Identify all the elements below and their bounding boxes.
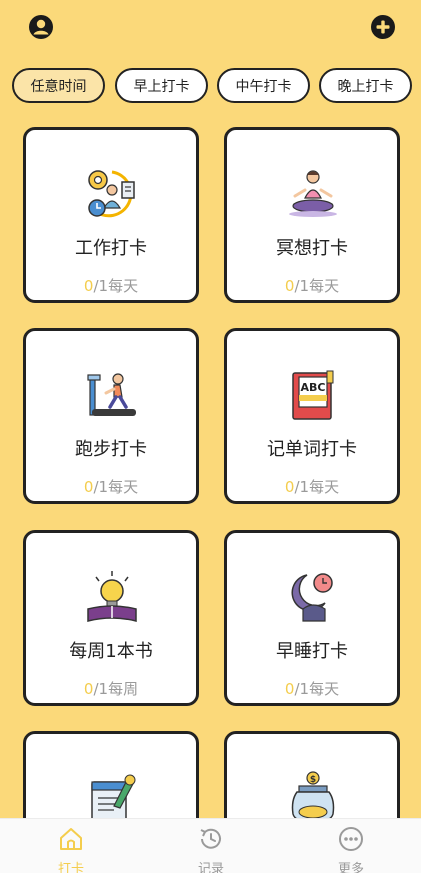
habit-card-work[interactable]: 工作打卡 0/1每天 (23, 127, 199, 303)
moon-clock-icon (291, 573, 333, 622)
habit-card-title: 跑步打卡 (75, 439, 147, 460)
home-icon (60, 828, 82, 850)
more-dots-icon (339, 827, 363, 851)
habit-card-title: 冥想打卡 (276, 238, 348, 259)
habit-card-running[interactable]: 跑步打卡 0/1每天 (23, 328, 199, 504)
habit-card-progress: 0/1每天 (284, 277, 340, 295)
svg-text:ABC: ABC (301, 381, 326, 394)
lightbulb-book-icon (87, 571, 137, 622)
habit-card-title: 早睡打卡 (276, 641, 348, 662)
habit-grid: 工作打卡 0/1每天 冥想打卡 0/1每天 跑步打卡 0/1每天 ABC 记单词… (0, 0, 421, 873)
habit-card-progress: 0/1每天 (83, 277, 139, 295)
habit-card-progress: 0/1每周 (83, 680, 139, 698)
habit-card-weekly-book[interactable]: 每周1本书 0/1每周 (23, 530, 199, 706)
tab-more[interactable]: 更多 (311, 825, 391, 873)
tab-records[interactable]: 记录 (171, 825, 251, 873)
habit-card-title: 工作打卡 (75, 238, 147, 259)
tab-label: 记录 (197, 862, 224, 873)
habit-card-vocabulary[interactable]: ABC 记单词打卡 0/1每天 (224, 328, 400, 504)
habit-card-progress: 0/1每天 (83, 478, 139, 496)
habit-card-title: 记单词打卡 (267, 439, 357, 460)
abc-book-icon: ABC (292, 370, 334, 420)
habit-card-sleep-early[interactable]: 早睡打卡 0/1每天 (224, 530, 400, 706)
habit-card-title: 每周1本书 (69, 641, 153, 662)
svg-text:$: $ (310, 775, 316, 785)
work-time-icon (88, 170, 135, 218)
bottom-tab-bar: 打卡 记录 更多 (0, 818, 421, 873)
history-icon (200, 828, 221, 849)
treadmill-icon (87, 373, 136, 416)
meditation-icon (289, 170, 337, 217)
tab-checkin[interactable]: 打卡 (31, 825, 111, 873)
habit-card-progress: 0/1每天 (284, 680, 340, 698)
habit-card-meditation[interactable]: 冥想打卡 0/1每天 (224, 127, 400, 303)
habit-card-progress: 0/1每天 (284, 478, 340, 496)
tab-label: 打卡 (57, 862, 84, 873)
tab-label: 更多 (337, 862, 364, 873)
